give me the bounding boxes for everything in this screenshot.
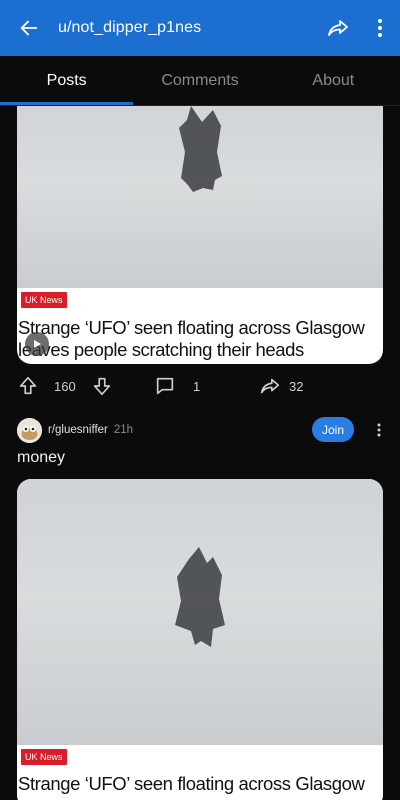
subreddit-avatar-image	[17, 417, 42, 443]
share-icon	[260, 378, 280, 394]
play-icon	[34, 340, 41, 348]
profile-tabs: Posts Comments About	[0, 56, 400, 106]
play-button[interactable]	[25, 332, 49, 356]
share-icon	[328, 20, 348, 36]
subreddit-name[interactable]: r/gluesniffer	[48, 424, 108, 436]
tab-about[interactable]: About	[267, 56, 400, 105]
ufo-figure-image	[179, 106, 222, 192]
video-thumbnail	[17, 479, 383, 745]
ufo-figure-image	[175, 547, 225, 647]
post-title[interactable]: money	[17, 449, 65, 467]
post-media[interactable]: UK News Strange ‘UFO’ seen floating acro…	[17, 106, 383, 364]
news-badge: UK News	[21, 749, 67, 765]
arrow-left-icon	[20, 20, 38, 36]
share-count: 32	[289, 378, 304, 394]
tab-comments[interactable]: Comments	[133, 56, 266, 105]
more-options-button[interactable]	[360, 0, 400, 56]
more-vertical-icon	[377, 423, 381, 436]
comments-button[interactable]: 1	[154, 372, 200, 400]
feed: UK News Strange ‘UFO’ seen floating acro…	[0, 106, 400, 800]
tab-posts[interactable]: Posts	[0, 56, 134, 105]
upvote-icon	[19, 376, 37, 395]
comment-count: 1	[193, 378, 201, 394]
subreddit-avatar[interactable]	[17, 417, 42, 443]
video-thumbnail	[17, 106, 383, 288]
downvote-button[interactable]	[91, 372, 113, 400]
vote-count: 160	[54, 378, 76, 394]
post-action-bar: 160 1 32	[0, 372, 400, 400]
news-badge: UK News	[21, 292, 67, 308]
back-button[interactable]	[0, 0, 58, 56]
app-bar: u/not_dipper_p1nes	[0, 0, 400, 56]
share-post-button[interactable]: 32	[259, 372, 303, 400]
share-profile-button[interactable]	[316, 0, 360, 56]
downvote-icon	[93, 377, 111, 396]
news-headline: Strange ‘UFO’ seen floating across Glasg…	[18, 773, 365, 794]
more-vertical-icon	[378, 19, 382, 37]
profile-title: u/not_dipper_p1nes	[58, 19, 202, 36]
news-headline: Strange ‘UFO’ seen floating across Glasg…	[18, 317, 365, 360]
post-header: r/gluesniffer 21h Join	[17, 417, 387, 443]
comment-icon	[156, 377, 174, 395]
post-options-button[interactable]	[372, 417, 386, 442]
post-time: 21h	[113, 424, 134, 436]
upvote-button[interactable]	[17, 372, 39, 400]
join-button[interactable]: Join	[312, 417, 354, 442]
post-media[interactable]: UK News Strange ‘UFO’ seen floating acro…	[17, 479, 383, 800]
